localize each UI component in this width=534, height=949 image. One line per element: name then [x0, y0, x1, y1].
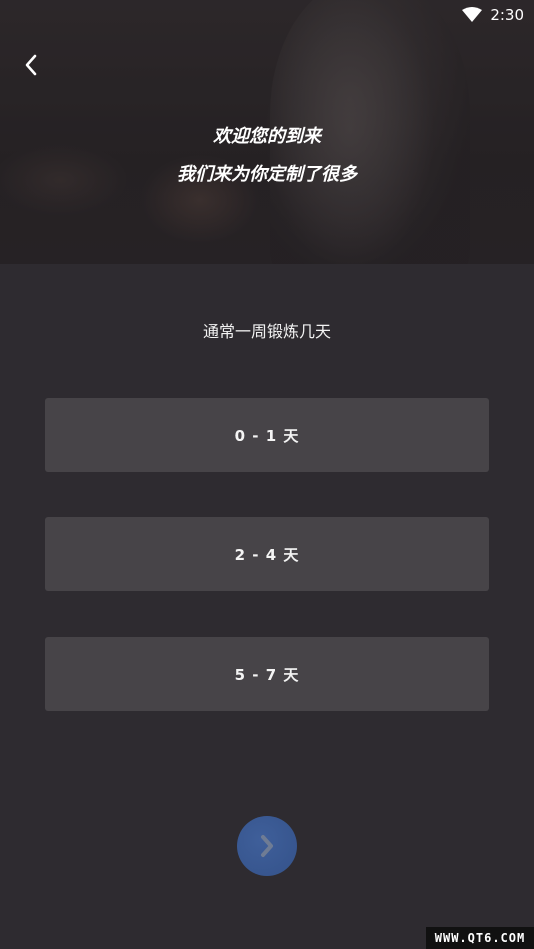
option-0-1-days[interactable]: 0 - 1 天: [45, 398, 489, 472]
chevron-right-icon: [261, 835, 273, 857]
status-time: 2:30: [490, 6, 524, 24]
welcome-text: 欢迎您的到来 我们来为你定制了很多: [0, 118, 534, 194]
status-bar: 2:30: [462, 4, 524, 26]
back-button[interactable]: [14, 48, 48, 82]
option-label: 0 - 1 天: [234, 426, 300, 445]
welcome-line-1: 欢迎您的到来: [213, 126, 321, 147]
option-label: 2 - 4 天: [234, 545, 300, 564]
option-label: 5 - 7 天: [234, 665, 300, 684]
welcome-line-2: 我们来为你定制了很多: [177, 164, 357, 185]
watermark: WWW.QT6.COM: [426, 927, 534, 949]
option-2-4-days[interactable]: 2 - 4 天: [45, 517, 489, 591]
wifi-icon: [462, 7, 483, 22]
chevron-left-icon: [25, 54, 37, 76]
question-title: 通常一周锻炼几天: [202, 322, 331, 341]
option-5-7-days[interactable]: 5 - 7 天: [45, 637, 489, 711]
next-button[interactable]: [237, 816, 297, 876]
